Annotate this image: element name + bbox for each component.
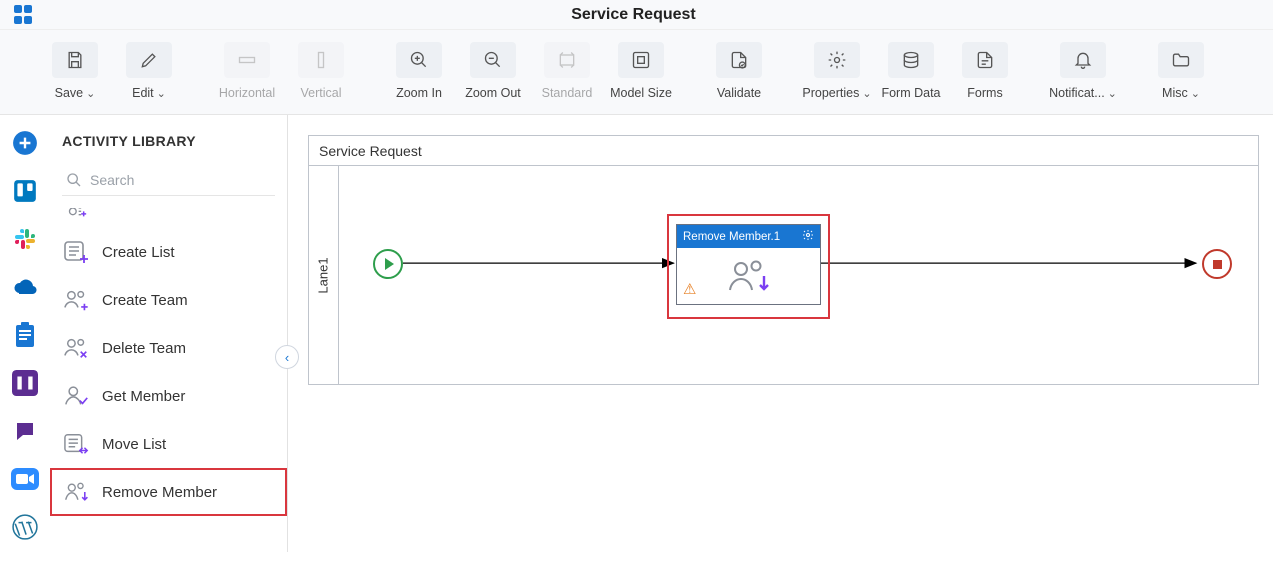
- apps-icon[interactable]: [14, 5, 34, 25]
- vertical-label: Vertical: [301, 86, 342, 100]
- properties-label: Properties: [802, 86, 859, 100]
- zoom-in-icon: [409, 50, 429, 70]
- zoom-out-button[interactable]: Zoom Out: [458, 42, 528, 100]
- cloud-icon[interactable]: [11, 273, 39, 301]
- team-add-icon: [64, 287, 90, 313]
- validate-icon: [729, 50, 749, 70]
- activity-label: Create List: [102, 244, 175, 261]
- activity-library-title: ACTIVITY LIBRARY: [50, 115, 287, 159]
- vertical-button: Vertical: [286, 42, 356, 100]
- properties-button[interactable]: Properties⌄: [802, 42, 872, 100]
- forms-label: Forms: [967, 86, 1002, 100]
- standard-icon: [557, 50, 577, 70]
- page-title: Service Request: [34, 6, 1273, 24]
- chevron-down-icon: ⌄: [862, 87, 871, 100]
- add-button[interactable]: [11, 129, 39, 157]
- activity-label: Move List: [102, 436, 166, 453]
- activity-label: Create Team: [102, 292, 188, 309]
- collapse-panel-button[interactable]: ‹: [275, 345, 299, 369]
- horizontal-label: Horizontal: [219, 86, 275, 100]
- zoom-in-label: Zoom In: [396, 86, 442, 100]
- lane-label[interactable]: Lane1: [309, 166, 339, 384]
- list-add-icon: [64, 239, 90, 265]
- camera-icon[interactable]: [11, 465, 39, 493]
- gear-icon[interactable]: [802, 229, 814, 244]
- process-canvas[interactable]: Service Request Lane1 Remove Member.1: [288, 115, 1273, 552]
- standard-button: Standard: [532, 42, 602, 100]
- activity-create-list[interactable]: Create List: [50, 228, 287, 276]
- team-delete-icon: [64, 335, 90, 361]
- edit-button[interactable]: Edit⌄: [114, 42, 184, 100]
- chevron-down-icon: ⌄: [1108, 87, 1117, 100]
- forms-button[interactable]: Forms: [950, 42, 1020, 100]
- activity-remove-member[interactable]: Remove Member: [50, 468, 287, 516]
- search-icon: [66, 171, 82, 189]
- chevron-down-icon: ⌄: [1191, 87, 1200, 100]
- document-icon: [975, 50, 995, 70]
- database-icon: [901, 50, 921, 70]
- trello-icon[interactable]: [11, 177, 39, 205]
- activity-search[interactable]: [62, 165, 275, 196]
- pool[interactable]: Service Request Lane1 Remove Member.1: [308, 135, 1259, 385]
- notifications-button[interactable]: Notificat...⌄: [1048, 42, 1118, 100]
- vertical-icon: [311, 50, 331, 70]
- model-size-button[interactable]: Model Size: [606, 42, 676, 100]
- member-remove-icon: [64, 479, 90, 505]
- misc-label: Misc: [1162, 86, 1188, 100]
- notifications-label: Notificat...: [1049, 86, 1105, 100]
- standard-label: Standard: [542, 86, 593, 100]
- search-input[interactable]: [90, 172, 271, 188]
- activity-create-team[interactable]: Create Team: [50, 276, 287, 324]
- form-data-label: Form Data: [881, 86, 940, 100]
- folder-icon: [1171, 50, 1191, 70]
- member-check-icon: [64, 383, 90, 409]
- activity-get-member[interactable]: Get Member: [50, 372, 287, 420]
- save-button[interactable]: Save⌄: [40, 42, 110, 100]
- activity-node-label: Remove Member.1: [683, 231, 780, 243]
- lane-content[interactable]: Remove Member.1 ⚠: [339, 166, 1258, 384]
- list-move-icon: [64, 431, 90, 457]
- partial-item-above: [62, 208, 275, 218]
- activity-remove-member-node[interactable]: Remove Member.1 ⚠: [676, 224, 821, 305]
- horizontal-icon: [237, 50, 257, 70]
- activity-move-list[interactable]: Move List: [50, 420, 287, 468]
- zoom-out-label: Zoom Out: [465, 86, 521, 100]
- save-icon: [65, 50, 85, 70]
- zoom-out-icon: [483, 50, 503, 70]
- clipboard-icon[interactable]: [11, 321, 39, 349]
- validate-button[interactable]: Validate: [704, 42, 774, 100]
- activity-label: Delete Team: [102, 340, 186, 357]
- wordpress-icon[interactable]: [11, 513, 39, 541]
- validate-label: Validate: [717, 86, 761, 100]
- form-data-button[interactable]: Form Data: [876, 42, 946, 100]
- purple-app-icon[interactable]: [11, 369, 39, 397]
- horizontal-button: Horizontal: [212, 42, 282, 100]
- model-size-label: Model Size: [610, 86, 672, 100]
- activity-label: Get Member: [102, 388, 185, 405]
- toolbar: Save⌄ Edit⌄ Horizontal Vertical Zoom In …: [0, 30, 1273, 115]
- member-remove-icon: [727, 258, 771, 294]
- bell-icon: [1073, 50, 1093, 70]
- chevron-down-icon: ⌄: [157, 87, 166, 100]
- gear-icon: [827, 50, 847, 70]
- activity-library-panel: ‹ ACTIVITY LIBRARY Create List Create Te…: [50, 115, 288, 552]
- chevron-down-icon: ⌄: [86, 87, 95, 100]
- save-label: Save: [55, 86, 84, 100]
- zoom-in-button[interactable]: Zoom In: [384, 42, 454, 100]
- activity-delete-team[interactable]: Delete Team: [50, 324, 287, 372]
- activity-label: Remove Member: [102, 484, 217, 501]
- end-event[interactable]: [1202, 249, 1232, 279]
- pool-name[interactable]: Service Request: [309, 136, 1258, 166]
- misc-button[interactable]: Misc⌄: [1146, 42, 1216, 100]
- start-event[interactable]: [373, 249, 403, 279]
- warning-icon: ⚠: [683, 280, 696, 298]
- chat-icon[interactable]: [11, 417, 39, 445]
- edit-label: Edit: [132, 86, 154, 100]
- model-size-icon: [631, 50, 651, 70]
- edit-icon: [139, 50, 159, 70]
- slack-icon[interactable]: [11, 225, 39, 253]
- integrations-rail: [0, 115, 50, 552]
